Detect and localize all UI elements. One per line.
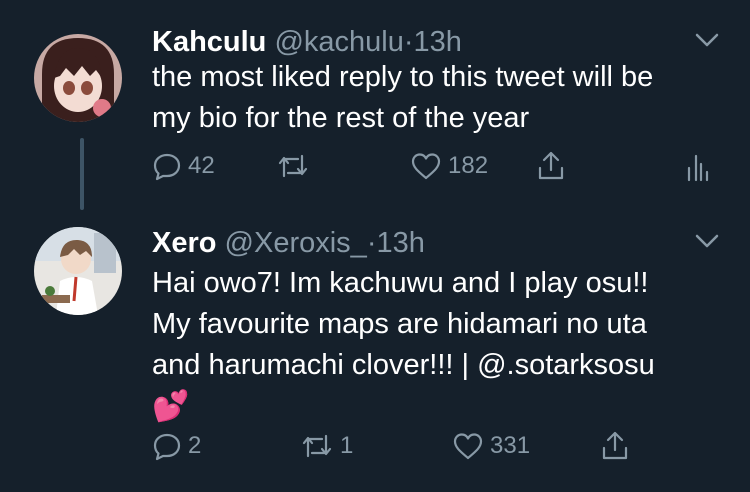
tweet-text: the most liked reply to this tweet will … (152, 57, 653, 139)
chevron-down-icon[interactable] (694, 30, 720, 50)
two-hearts-emoji: 💕 (152, 390, 190, 423)
like-button[interactable]: 182 (410, 146, 488, 186)
reply-button[interactable]: 2 (152, 426, 201, 466)
analytics-button[interactable] (686, 146, 710, 186)
reply-icon (152, 151, 182, 181)
like-button[interactable]: 331 (452, 426, 530, 466)
tweet-text-line: Hai owo7! Im kachuwu and I play osu!! (152, 267, 649, 299)
separator-dot: · (366, 227, 377, 259)
separator-dot: · (403, 26, 414, 58)
display-name[interactable]: Kahculu (152, 26, 266, 58)
share-icon (536, 150, 566, 182)
tweet-header: Kahculu @kachulu·13h (152, 25, 462, 59)
avatar[interactable] (34, 227, 122, 315)
tweet-text-line: the most liked reply to this tweet will … (152, 61, 654, 93)
reply-count: 2 (188, 432, 202, 459)
retweet-button[interactable] (276, 146, 316, 186)
reply-icon (152, 431, 182, 461)
timestamp[interactable]: 13h (377, 227, 425, 259)
share-button[interactable] (600, 426, 630, 466)
tweet-text: Hai owo7! Im kachuwu and I play osu!! My… (152, 263, 655, 428)
tweet-text-line: My favourite maps are hidamari no uta (152, 308, 647, 340)
reply-button[interactable]: 42 (152, 146, 215, 186)
like-count: 331 (490, 432, 531, 459)
tweet-header: Xero @Xeroxis_·13h (152, 226, 425, 260)
tweet-1[interactable]: Kahculu @kachulu·13h the most liked repl… (0, 0, 750, 210)
tweet-text-line: and harumachi clover!!! | @.sotarksosu (152, 349, 655, 381)
retweet-icon (276, 151, 310, 181)
heart-icon (452, 431, 484, 461)
action-bar: 42 182 (152, 146, 722, 186)
tweet-text-line: my bio for the rest of the year (152, 102, 530, 134)
retweet-count: 1 (340, 432, 354, 459)
retweet-icon (300, 431, 334, 461)
action-bar: 2 1 331 (152, 426, 722, 466)
avatar[interactable] (34, 34, 122, 122)
share-icon (600, 430, 630, 462)
tweet-2[interactable]: Xero @Xeroxis_·13h Hai owo7! Im kachuwu … (0, 200, 750, 492)
heart-icon (410, 151, 442, 181)
share-button[interactable] (536, 146, 566, 186)
reply-count: 42 (188, 152, 215, 179)
user-handle[interactable]: @Xeroxis_ (225, 227, 367, 259)
chevron-down-icon[interactable] (694, 231, 720, 251)
like-count: 182 (448, 152, 489, 179)
analytics-icon (686, 150, 710, 182)
user-handle[interactable]: @kachulu (274, 26, 403, 58)
display-name[interactable]: Xero (152, 227, 216, 259)
timestamp[interactable]: 13h (414, 26, 462, 58)
retweet-button[interactable]: 1 (300, 426, 353, 466)
